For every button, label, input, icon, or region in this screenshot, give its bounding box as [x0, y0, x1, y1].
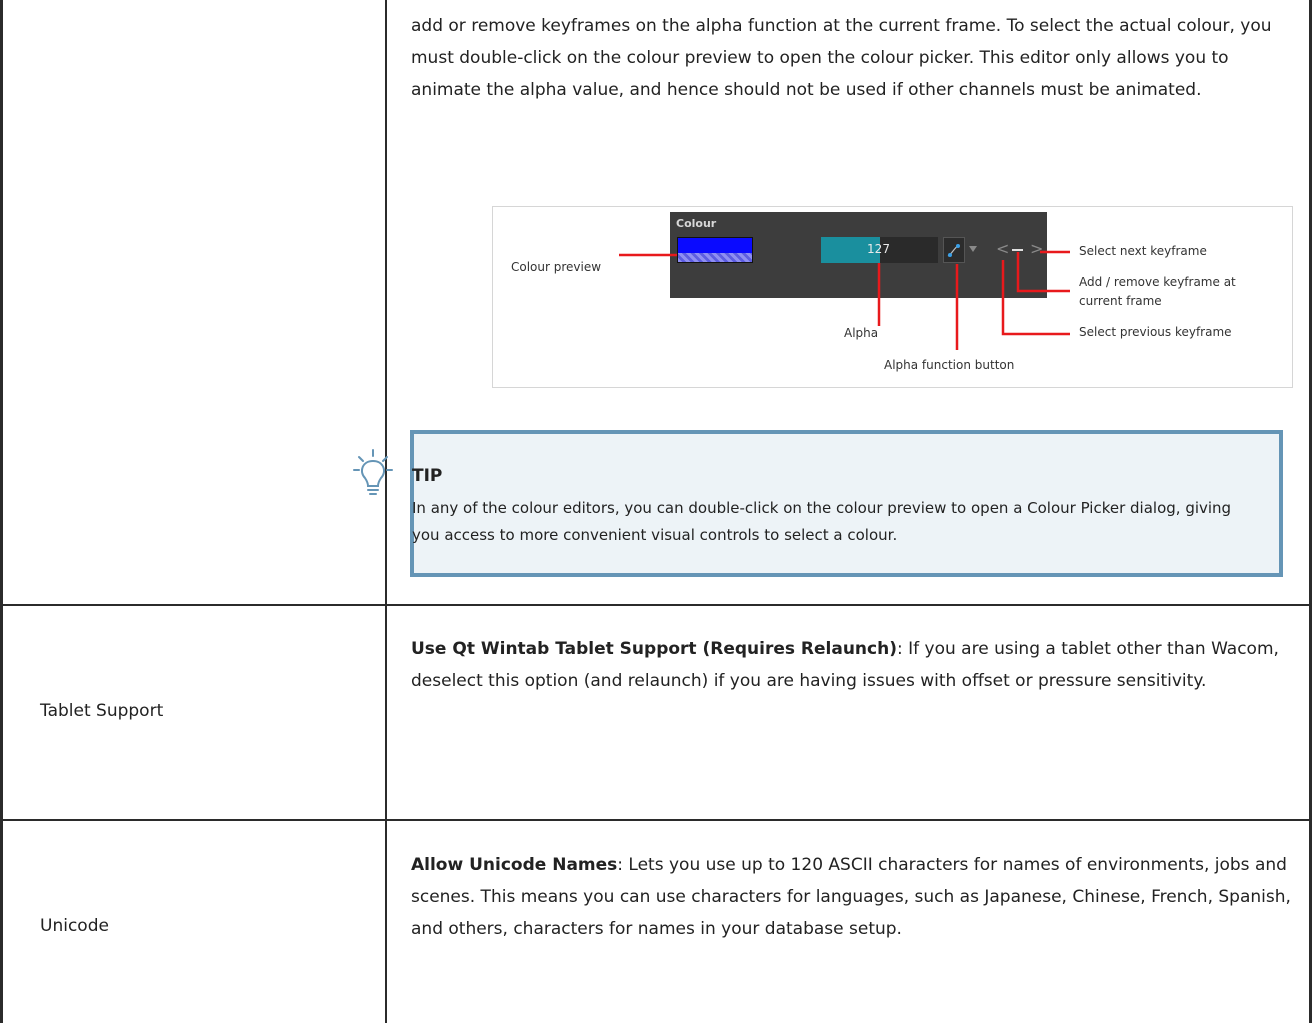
label-colour-preview: Colour preview — [511, 260, 602, 274]
label-select-next-keyframe: Select next keyframe — [1079, 244, 1207, 258]
label-alpha: Alpha — [844, 326, 879, 340]
tablet-support-description: Use Qt Wintab Tablet Support (Requires R… — [411, 633, 1281, 697]
unicode-description: Allow Unicode Names: Lets you use up to … — [411, 849, 1291, 945]
label-add-remove-keyframe-line2: current frame — [1079, 294, 1162, 308]
unicode-option-name: Allow Unicode Names — [411, 855, 618, 875]
label-add-remove-keyframe-line1: Add / remove keyframe at — [1079, 275, 1236, 289]
label-select-previous-keyframe: Select previous keyframe — [1079, 325, 1232, 339]
row-label-tablet-support: Tablet Support — [40, 701, 164, 721]
lightbulb-icon — [353, 449, 393, 495]
label-alpha-function-button: Alpha function button — [884, 358, 1015, 372]
tip-title: TIP — [412, 466, 443, 486]
callout-previous-keyframe — [1001, 260, 1070, 336]
callout-add-remove-keyframe — [1016, 252, 1070, 293]
row-label-unicode: Unicode — [40, 916, 109, 936]
tablet-option-name: Use Qt Wintab Tablet Support (Requires R… — [411, 639, 897, 659]
tip-body: In any of the colour editors, you can do… — [412, 499, 1232, 544]
